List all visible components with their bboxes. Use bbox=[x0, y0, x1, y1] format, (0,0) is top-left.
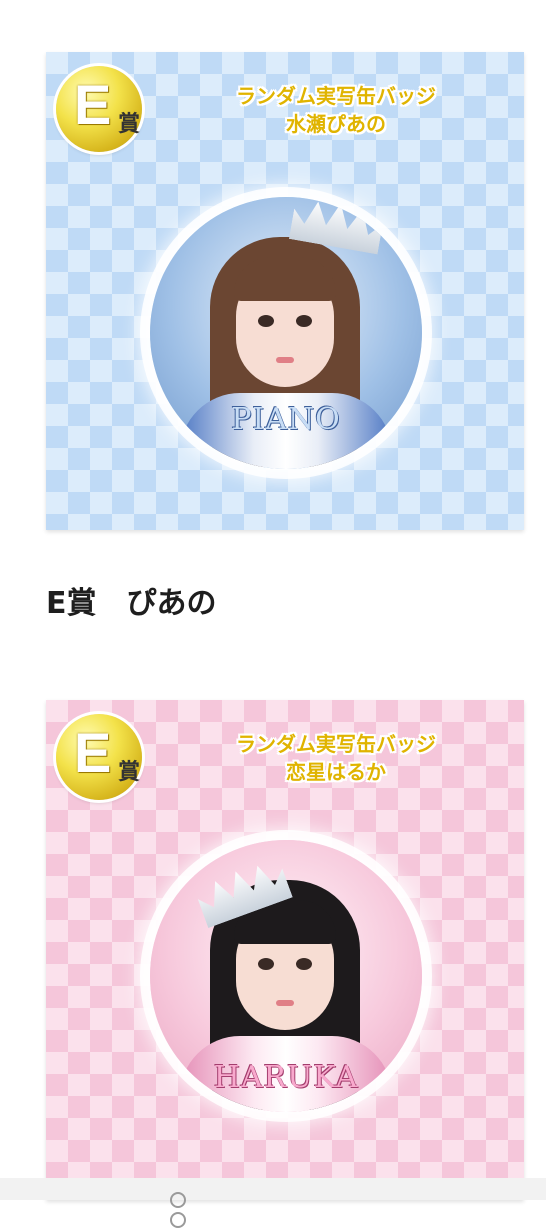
badge-photo: HARUKA bbox=[150, 840, 422, 1112]
portrait-eye bbox=[258, 315, 274, 327]
portrait-lips bbox=[276, 357, 294, 363]
portrait-eye bbox=[258, 958, 274, 970]
portrait-bangs bbox=[234, 257, 336, 301]
prize-kanji: 賞 bbox=[118, 760, 141, 785]
product-caption: E賞 ぴあの bbox=[46, 586, 217, 621]
badge-photo: PIANO bbox=[150, 197, 422, 469]
product-card-haruka[interactable]: E 賞 ランダム実写缶バッジ 恋星はるか HARUKA bbox=[46, 700, 524, 1200]
card-title-line1: ランダム実写缶バッジ bbox=[236, 84, 436, 108]
portrait-eye bbox=[296, 958, 312, 970]
prize-kanji: 賞 bbox=[118, 112, 141, 137]
product-card-piano[interactable]: E 賞 ランダム実写缶バッジ 水瀬ぴあの PIANO bbox=[46, 52, 524, 530]
card-title-line2: 水瀬ぴあの bbox=[286, 112, 386, 136]
link-icon[interactable] bbox=[170, 1192, 204, 1228]
badge-name: PIANO bbox=[231, 402, 341, 437]
card-title-line1: ランダム実写缶バッジ bbox=[236, 732, 436, 756]
prize-letter: E bbox=[74, 721, 112, 784]
card-title-line2: 恋星はるか bbox=[286, 760, 386, 784]
portrait-lips bbox=[276, 1000, 294, 1006]
badge-name: HARUKA bbox=[213, 1060, 359, 1095]
portrait-eye bbox=[296, 315, 312, 327]
bottom-toolbar bbox=[0, 1178, 546, 1200]
prize-letter: E bbox=[74, 73, 112, 136]
